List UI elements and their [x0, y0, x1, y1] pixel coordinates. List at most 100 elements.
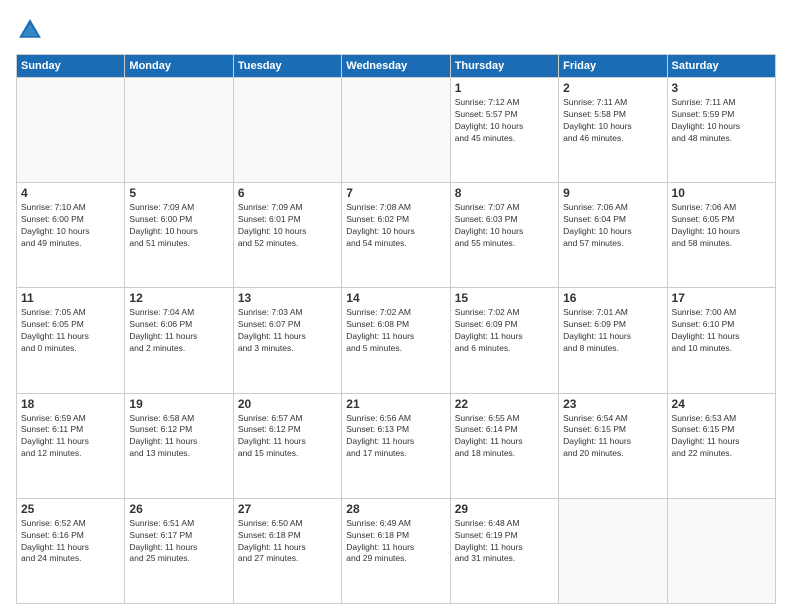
day-info: Sunrise: 7:12 AM Sunset: 5:57 PM Dayligh…: [455, 97, 554, 145]
calendar-cell: 22 Sunrise: 6:55 AM Sunset: 6:14 PM Dayli…: [450, 393, 558, 498]
day-number: 19: [129, 397, 228, 411]
day-number: 11: [21, 291, 120, 305]
day-info: Sunrise: 7:11 AM Sunset: 5:59 PM Dayligh…: [672, 97, 771, 145]
col-wednesday: Wednesday: [342, 55, 450, 78]
calendar-cell: 3Sunrise: 7:11 AM Sunset: 5:59 PM Daylig…: [667, 78, 775, 183]
day-info: Sunrise: 6:49 AM Sunset: 6:18 PM Dayligh…: [346, 518, 445, 566]
week-row-3: 11 Sunrise: 7:05 AM Sunset: 6:05 PM Dayli…: [17, 288, 776, 393]
day-info: Sunrise: 6:59 AM Sunset: 6:11 PM Dayligh…: [21, 413, 120, 461]
day-info: Sunrise: 6:55 AM Sunset: 6:14 PM Dayligh…: [455, 413, 554, 461]
calendar-cell: [667, 498, 775, 603]
calendar-cell: 4 Sunrise: 7:10 AM Sunset: 6:00 PM Daylig…: [17, 183, 125, 288]
col-tuesday: Tuesday: [233, 55, 341, 78]
page: Sunday Monday Tuesday Wednesday Thursday…: [0, 0, 792, 612]
day-number: 21: [346, 397, 445, 411]
day-number: 8: [455, 186, 554, 200]
calendar-cell: 28Sunrise: 6:49 AM Sunset: 6:18 PM Dayli…: [342, 498, 450, 603]
day-number: 10: [672, 186, 771, 200]
calendar-cell: 10 Sunrise: 7:06 AM Sunset: 6:05 PM Dayli…: [667, 183, 775, 288]
day-number: 12: [129, 291, 228, 305]
day-number: 25: [21, 502, 120, 516]
day-info: Sunrise: 6:58 AM Sunset: 6:12 PM Dayligh…: [129, 413, 228, 461]
calendar-cell: 11 Sunrise: 7:05 AM Sunset: 6:05 PM Dayli…: [17, 288, 125, 393]
header-row: Sunday Monday Tuesday Wednesday Thursday…: [17, 55, 776, 78]
day-info: Sunrise: 7:10 AM Sunset: 6:00 PM Dayligh…: [21, 202, 120, 250]
week-row-5: 25 Sunrise: 6:52 AM Sunset: 6:16 PM Dayli…: [17, 498, 776, 603]
day-info: Sunrise: 7:09 AM Sunset: 6:01 PM Dayligh…: [238, 202, 337, 250]
calendar-cell: 16Sunrise: 7:01 AM Sunset: 6:09 PM Dayli…: [559, 288, 667, 393]
day-number: 5: [129, 186, 228, 200]
day-info: Sunrise: 7:03 AM Sunset: 6:07 PM Dayligh…: [238, 307, 337, 355]
calendar-cell: 1 Sunrise: 7:12 AM Sunset: 5:57 PM Daylig…: [450, 78, 558, 183]
day-info: Sunrise: 6:52 AM Sunset: 6:16 PM Dayligh…: [21, 518, 120, 566]
day-number: 17: [672, 291, 771, 305]
calendar-cell: 9 Sunrise: 7:06 AM Sunset: 6:04 PM Daylig…: [559, 183, 667, 288]
calendar-cell: 25 Sunrise: 6:52 AM Sunset: 6:16 PM Dayli…: [17, 498, 125, 603]
week-row-1: 1 Sunrise: 7:12 AM Sunset: 5:57 PM Daylig…: [17, 78, 776, 183]
day-number: 2: [563, 81, 662, 95]
header: [16, 16, 776, 44]
day-number: 4: [21, 186, 120, 200]
calendar-cell: 5 Sunrise: 7:09 AM Sunset: 6:00 PM Daylig…: [125, 183, 233, 288]
col-thursday: Thursday: [450, 55, 558, 78]
calendar-cell: [559, 498, 667, 603]
day-number: 1: [455, 81, 554, 95]
day-info: Sunrise: 7:05 AM Sunset: 6:05 PM Dayligh…: [21, 307, 120, 355]
col-monday: Monday: [125, 55, 233, 78]
day-info: Sunrise: 7:04 AM Sunset: 6:06 PM Dayligh…: [129, 307, 228, 355]
calendar-cell: 14Sunrise: 7:02 AM Sunset: 6:08 PM Dayli…: [342, 288, 450, 393]
day-number: 22: [455, 397, 554, 411]
calendar-cell: 13 Sunrise: 7:03 AM Sunset: 6:07 PM Dayli…: [233, 288, 341, 393]
calendar-cell: 23Sunrise: 6:54 AM Sunset: 6:15 PM Dayli…: [559, 393, 667, 498]
calendar-cell: [233, 78, 341, 183]
calendar-cell: [17, 78, 125, 183]
day-number: 29: [455, 502, 554, 516]
day-info: Sunrise: 7:11 AM Sunset: 5:58 PM Dayligh…: [563, 97, 662, 145]
calendar-cell: 15 Sunrise: 7:02 AM Sunset: 6:09 PM Dayli…: [450, 288, 558, 393]
calendar-cell: 21 Sunrise: 6:56 AM Sunset: 6:13 PM Dayli…: [342, 393, 450, 498]
day-number: 6: [238, 186, 337, 200]
day-number: 9: [563, 186, 662, 200]
logo: [16, 16, 48, 44]
day-info: Sunrise: 7:00 AM Sunset: 6:10 PM Dayligh…: [672, 307, 771, 355]
day-info: Sunrise: 6:50 AM Sunset: 6:18 PM Dayligh…: [238, 518, 337, 566]
calendar-cell: 6 Sunrise: 7:09 AM Sunset: 6:01 PM Daylig…: [233, 183, 341, 288]
day-info: Sunrise: 7:09 AM Sunset: 6:00 PM Dayligh…: [129, 202, 228, 250]
day-info: Sunrise: 6:54 AM Sunset: 6:15 PM Dayligh…: [563, 413, 662, 461]
day-info: Sunrise: 6:48 AM Sunset: 6:19 PM Dayligh…: [455, 518, 554, 566]
calendar-cell: 8 Sunrise: 7:07 AM Sunset: 6:03 PM Daylig…: [450, 183, 558, 288]
calendar-cell: 27 Sunrise: 6:50 AM Sunset: 6:18 PM Dayli…: [233, 498, 341, 603]
day-info: Sunrise: 6:53 AM Sunset: 6:15 PM Dayligh…: [672, 413, 771, 461]
col-sunday: Sunday: [17, 55, 125, 78]
day-info: Sunrise: 7:08 AM Sunset: 6:02 PM Dayligh…: [346, 202, 445, 250]
calendar-cell: 26 Sunrise: 6:51 AM Sunset: 6:17 PM Dayli…: [125, 498, 233, 603]
week-row-4: 18 Sunrise: 6:59 AM Sunset: 6:11 PM Dayli…: [17, 393, 776, 498]
day-info: Sunrise: 7:06 AM Sunset: 6:04 PM Dayligh…: [563, 202, 662, 250]
col-saturday: Saturday: [667, 55, 775, 78]
day-number: 15: [455, 291, 554, 305]
calendar-cell: 12 Sunrise: 7:04 AM Sunset: 6:06 PM Dayli…: [125, 288, 233, 393]
day-info: Sunrise: 7:02 AM Sunset: 6:08 PM Dayligh…: [346, 307, 445, 355]
logo-icon: [16, 16, 44, 44]
day-info: Sunrise: 7:06 AM Sunset: 6:05 PM Dayligh…: [672, 202, 771, 250]
day-number: 13: [238, 291, 337, 305]
calendar-cell: 29 Sunrise: 6:48 AM Sunset: 6:19 PM Dayli…: [450, 498, 558, 603]
calendar-cell: 24Sunrise: 6:53 AM Sunset: 6:15 PM Dayli…: [667, 393, 775, 498]
day-number: 27: [238, 502, 337, 516]
day-number: 18: [21, 397, 120, 411]
day-number: 7: [346, 186, 445, 200]
day-info: Sunrise: 7:02 AM Sunset: 6:09 PM Dayligh…: [455, 307, 554, 355]
calendar-cell: 17 Sunrise: 7:00 AM Sunset: 6:10 PM Dayli…: [667, 288, 775, 393]
calendar-cell: 19 Sunrise: 6:58 AM Sunset: 6:12 PM Dayli…: [125, 393, 233, 498]
calendar-cell: 7 Sunrise: 7:08 AM Sunset: 6:02 PM Daylig…: [342, 183, 450, 288]
day-number: 26: [129, 502, 228, 516]
day-info: Sunrise: 7:01 AM Sunset: 6:09 PM Dayligh…: [563, 307, 662, 355]
calendar-cell: 2 Sunrise: 7:11 AM Sunset: 5:58 PM Daylig…: [559, 78, 667, 183]
day-info: Sunrise: 7:07 AM Sunset: 6:03 PM Dayligh…: [455, 202, 554, 250]
calendar-cell: 18 Sunrise: 6:59 AM Sunset: 6:11 PM Dayli…: [17, 393, 125, 498]
day-info: Sunrise: 6:51 AM Sunset: 6:17 PM Dayligh…: [129, 518, 228, 566]
day-number: 20: [238, 397, 337, 411]
calendar-cell: [125, 78, 233, 183]
col-friday: Friday: [559, 55, 667, 78]
day-info: Sunrise: 6:56 AM Sunset: 6:13 PM Dayligh…: [346, 413, 445, 461]
